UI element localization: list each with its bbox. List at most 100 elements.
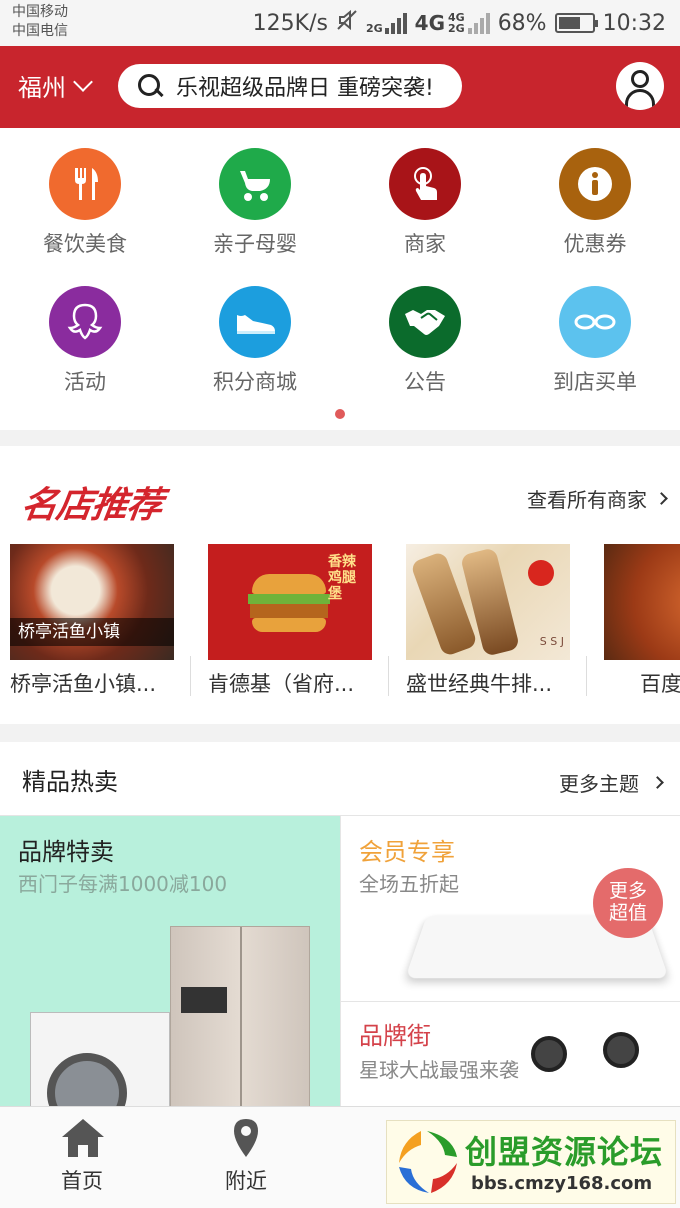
network-speed: 125K/s [252,10,328,36]
watermark-title: 创盟资源论坛 [465,1133,664,1171]
info-icon [578,167,612,201]
category-food[interactable]: 餐饮美食 [0,128,170,258]
view-all-label: 查看所有商家 [527,488,647,512]
category-activity[interactable]: 活动 [0,266,170,396]
store-card[interactable]: 百度 [604,544,680,698]
carrier-1: 中国移动 [12,4,68,20]
search-placeholder: 乐视超级品牌日 重磅突袭! [176,76,434,101]
refrigerator-image [170,926,310,1106]
touch-icon [414,167,437,200]
burger-patty [250,604,328,618]
chevron-right-icon [655,492,668,505]
handshake-icon [405,310,445,335]
brand-street-subtitle: 星球大战最强来袭 [359,1058,519,1082]
status-indicators: 125K/s 2G 4G 4G 2G 68% 10:32 [253,8,666,38]
shoe-icon [237,315,275,334]
member-exclusive-card[interactable]: 会员专享 全场五折起 更多超值 [340,816,680,1002]
store-photo: 桥亭活鱼小镇 [10,544,174,660]
battery-fill [558,17,581,29]
store-photo: S S J [406,544,570,660]
chevron-right-icon [651,776,664,789]
burger-lettuce [248,594,330,604]
brand-street-card[interactable]: 品牌街 星球大战最强来袭 [340,1002,680,1106]
signal-icon-2 [467,12,490,34]
mute-icon [336,9,358,37]
signal-group-2: 4G 4G 2G [415,11,490,35]
brand-sale-subtitle: 西门子每满1000减100 [18,872,228,896]
divider [388,656,389,696]
category-coupon[interactable]: 优惠券 [510,128,680,258]
member-exclusive-subtitle: 全场五折起 [359,872,459,896]
store-name: 桥亭活鱼小镇... [10,672,157,696]
store-photo-caption: 香辣鸡腿堡 [328,554,356,602]
store-card[interactable]: 桥亭活鱼小镇 桥亭活鱼小镇... [10,544,174,698]
store-card[interactable]: S S J 盛世经典牛排... [406,544,570,698]
nav-home[interactable]: 首页 [2,1107,162,1208]
badge-text: 更多超值 [608,880,647,924]
category-activity-circle [49,286,121,358]
category-food-circle [49,148,121,220]
brand-sale-title: 品牌特卖 [18,838,114,866]
store-photo [604,544,680,660]
category-label: 积分商城 [213,370,297,394]
nav-nearby[interactable]: 附近 [166,1107,326,1208]
brand-street-title: 品牌街 [359,1022,431,1050]
net-type-1: 2G [365,22,383,35]
status-bar: 中国移动 中国电信 125K/s 2G 4G 4G 2G 68% 10:32 [0,0,680,46]
city-selector[interactable]: 福州 [18,68,93,103]
category-coupon-circle [559,148,631,220]
fork-knife-icon [75,168,98,200]
page-indicator-dot[interactable] [335,409,345,419]
category-merchant[interactable]: 商家 [340,128,510,258]
net-type-3: 4G 2G [448,11,465,35]
earphone-image [603,1032,639,1068]
hot-sales-title: 精品热卖 [22,768,118,796]
category-label: 商家 [404,232,446,256]
more-value-badge[interactable]: 更多超值 [593,868,663,938]
store-name: 盛世经典牛排... [406,672,553,696]
octopus-icon [67,303,103,340]
carrier-info: 中国移动 中国电信 [12,3,68,41]
clock: 10:32 [602,10,666,36]
divider [586,656,587,696]
watermark-url: bbs.cmzy168.com [471,1173,653,1194]
category-label: 活动 [64,370,106,394]
search-icon [138,74,162,98]
burger-bun-bottom [252,618,326,632]
store-recommendations: 名店推荐 查看所有商家 桥亭活鱼小镇 桥亭活鱼小镇... 香辣鸡腿堡 肯德基（省… [0,446,680,724]
category-in-store-pay[interactable]: 到店买单 [510,266,680,396]
store-name: 百度 [640,672,680,696]
forum-logo-icon [399,1131,457,1193]
signal-group-1: 2G [366,12,407,34]
user-profile-button[interactable] [616,62,664,110]
forum-watermark: 创盟资源论坛 bbs.cmzy168.com [386,1120,676,1204]
member-exclusive-title: 会员专享 [359,838,455,866]
category-announcement[interactable]: 公告 [340,266,510,396]
store-photo-caption: 桥亭活鱼小镇 [10,618,174,646]
view-all-stores-link[interactable]: 查看所有商家 [527,484,668,513]
category-points-mall[interactable]: 积分商城 [170,266,340,396]
category-label: 到店买单 [553,370,637,394]
category-label: 优惠券 [563,232,627,256]
store-card[interactable]: 香辣鸡腿堡 肯德基（省府... [208,544,372,698]
food-item [528,560,554,586]
burger-bun-top [252,574,326,594]
battery-icon [554,13,598,33]
more-themes-link[interactable]: 更多主题 [559,768,664,797]
category-label: 公告 [404,370,446,394]
more-themes-label: 更多主题 [559,772,639,796]
store-recommend-logo: 名店推荐 [18,485,165,526]
app-root: 中国移动 中国电信 125K/s 2G 4G 4G 2G 68% 10:32 福… [0,0,680,1208]
search-bar[interactable]: 乐视超级品牌日 重磅突袭! [118,64,462,108]
home-icon [62,1119,104,1157]
hot-sales-header: 精品热卖 更多主题 [0,742,680,816]
category-label: 餐饮美食 [43,232,127,256]
battery-percent: 68% [497,10,547,36]
earphone-image [531,1036,567,1072]
category-baby[interactable]: 亲子母婴 [170,128,340,258]
brand-sale-card[interactable]: 品牌特卖 西门子每满1000减100 [0,816,340,1106]
category-label: 亲子母婴 [213,232,297,256]
user-icon [631,70,649,88]
net-type-2: 4G [414,11,445,35]
app-header: 福州 乐视超级品牌日 重磅突袭! [0,46,680,128]
